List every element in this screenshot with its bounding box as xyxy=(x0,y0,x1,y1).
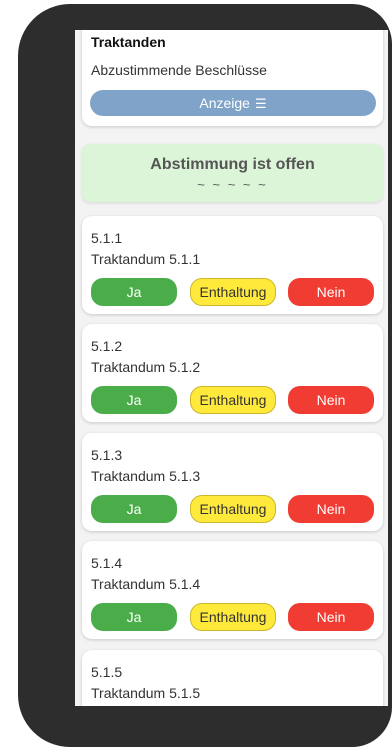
item-title: Traktandum 5.1.2 xyxy=(91,359,201,375)
vote-no-button[interactable]: Nein xyxy=(288,495,374,523)
item-number: 5.1.3 xyxy=(91,447,123,463)
vote-abstain-button[interactable]: Enthaltung xyxy=(190,603,276,631)
vote-abstain-button[interactable]: Enthaltung xyxy=(190,278,276,306)
show-button[interactable]: Anzeige ☰ xyxy=(90,90,376,116)
item-number: 5.1.5 xyxy=(91,664,123,680)
agenda-item-card: 5.1.5 Traktandum 5.1.5 Ja Enthaltung Nei… xyxy=(82,650,383,706)
vote-yes-button[interactable]: Ja xyxy=(91,603,177,631)
voting-status-subtitle: ~ ~ ~ ~ ~ xyxy=(197,177,268,192)
agenda-item-card: 5.1.3 Traktandum 5.1.3 Ja Enthaltung Nei… xyxy=(82,433,383,531)
agenda-item-card: 5.1.4 Traktandum 5.1.4 Ja Enthaltung Nei… xyxy=(82,541,383,639)
item-title: Traktandum 5.1.1 xyxy=(91,251,201,267)
vote-yes-button[interactable]: Ja xyxy=(91,386,177,414)
vote-abstain-button[interactable]: Enthaltung xyxy=(190,495,276,523)
vote-no-button[interactable]: Nein xyxy=(288,603,374,631)
phone-frame: Traktanden Abzustimmende Beschlüsse Anze… xyxy=(18,4,392,747)
item-title: Traktandum 5.1.3 xyxy=(91,468,201,484)
voting-status-title: Abstimmung ist offen xyxy=(150,156,315,173)
vote-no-button[interactable]: Nein xyxy=(288,278,374,306)
voting-status-banner: Abstimmung ist offen ~ ~ ~ ~ ~ xyxy=(82,144,383,202)
vote-yes-button[interactable]: Ja xyxy=(91,495,177,523)
app-screen: Traktanden Abzustimmende Beschlüsse Anze… xyxy=(75,30,388,706)
list-icon: ☰ xyxy=(254,96,267,111)
agenda-card: Traktanden Abzustimmende Beschlüsse Anze… xyxy=(82,30,383,126)
agenda-item-card: 5.1.2 Traktandum 5.1.2 Ja Enthaltung Nei… xyxy=(82,324,383,422)
item-number: 5.1.4 xyxy=(91,555,123,571)
agenda-subtitle: Abzustimmende Beschlüsse xyxy=(91,62,267,78)
vote-no-button[interactable]: Nein xyxy=(288,386,374,414)
item-title: Traktandum 5.1.5 xyxy=(91,685,201,701)
item-number: 5.1.2 xyxy=(91,338,123,354)
vote-abstain-button[interactable]: Enthaltung xyxy=(190,386,276,414)
agenda-title: Traktanden xyxy=(91,34,166,50)
item-number: 5.1.1 xyxy=(91,230,123,246)
show-button-label: Anzeige xyxy=(199,95,250,111)
agenda-item-card: 5.1.1 Traktandum 5.1.1 Ja Enthaltung Nei… xyxy=(82,216,383,314)
item-title: Traktandum 5.1.4 xyxy=(91,576,201,592)
vote-yes-button[interactable]: Ja xyxy=(91,278,177,306)
